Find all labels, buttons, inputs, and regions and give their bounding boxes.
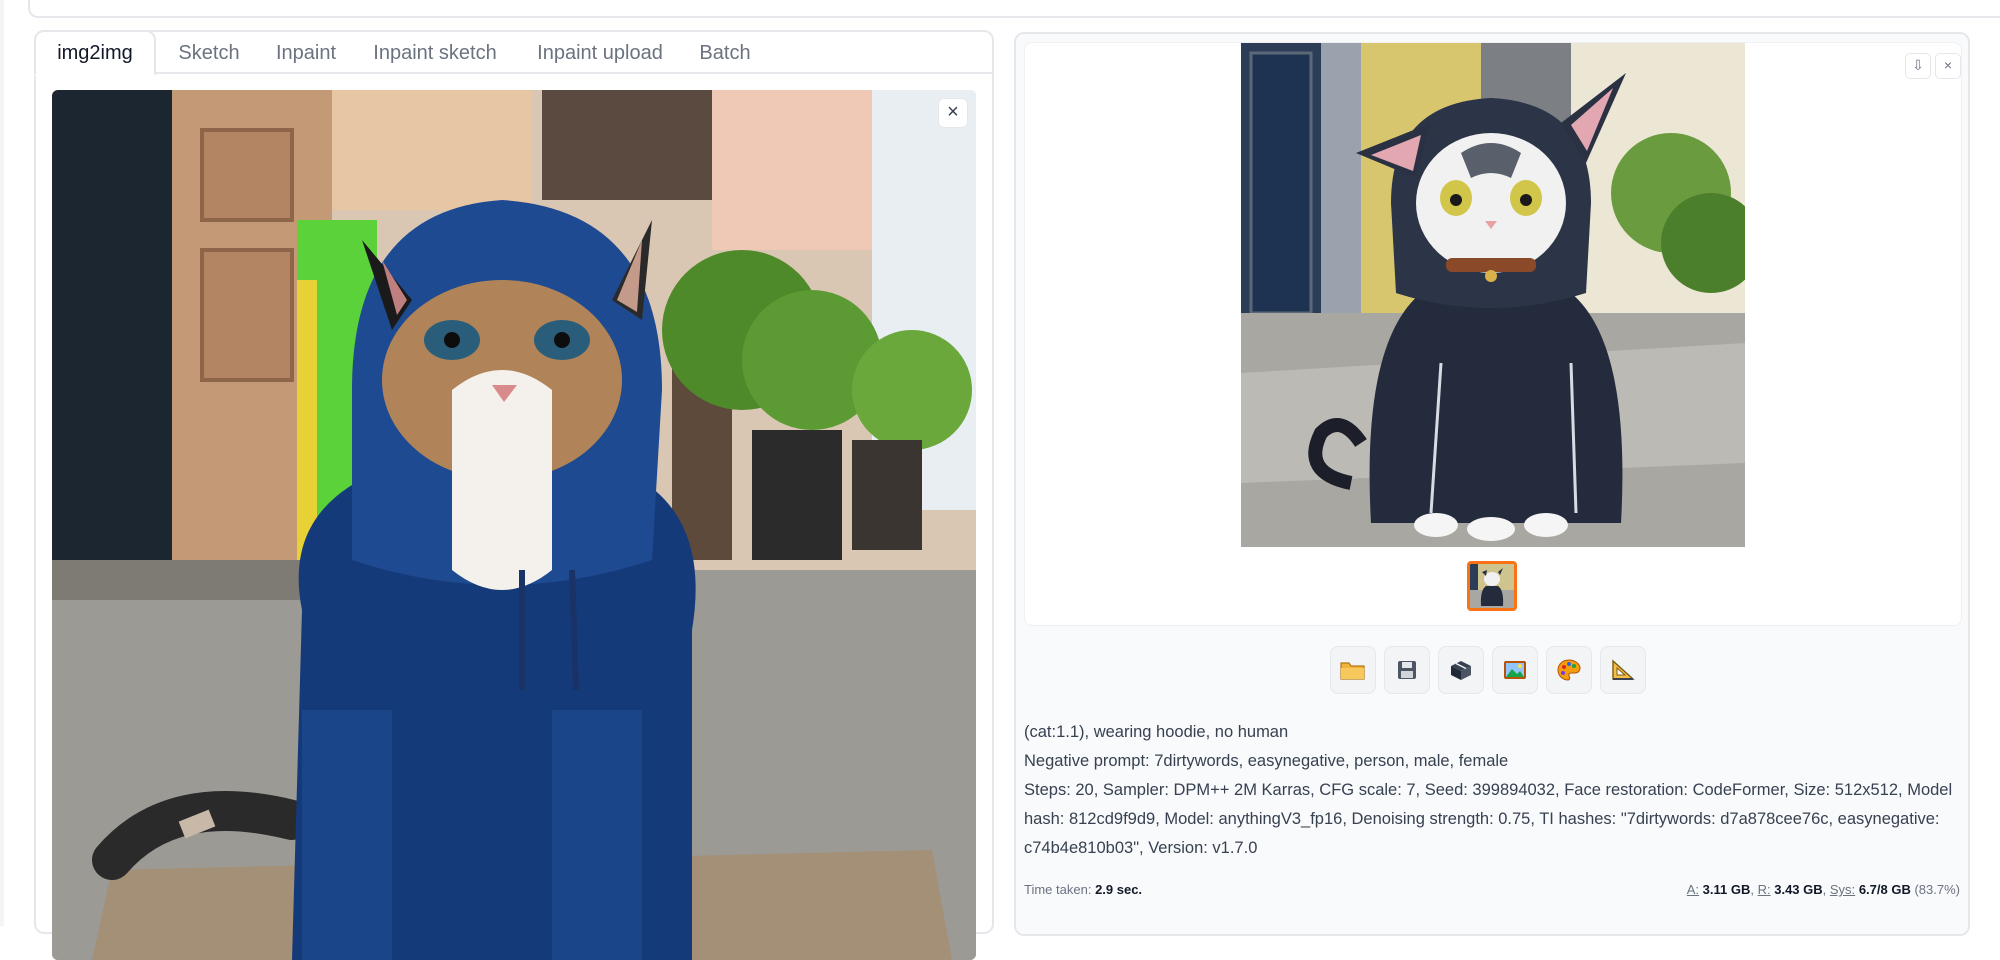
params-line-1: Steps: 20, Sampler: DPM++ 2M Karras, CFG… [1024,781,1953,799]
tab-batch[interactable]: Batch [688,32,762,74]
triangle-ruler-icon [1612,659,1635,680]
palette-icon [1557,659,1581,681]
prompt-text: (cat:1.1), wearing hoodie, no human [1024,723,1289,741]
tab-inpaint[interactable]: Inpaint [262,32,350,74]
folder-icon [1340,662,1365,680]
tab-inpaint-upload[interactable]: Inpaint upload [522,32,678,74]
mem-a-label: A: [1686,882,1700,897]
mode-tabs: img2img Sketch Inpaint Inpaint sketch In… [34,30,992,76]
mem-r-value: 3.43 GB [1774,882,1823,897]
mem-a-value: 3.11 GB [1702,882,1751,897]
time-value: 2.9 sec. [1095,882,1143,897]
package-icon [1451,661,1471,680]
send-to-img2img-button[interactable] [1492,646,1538,694]
send-to-extras-button[interactable] [1600,646,1646,694]
thumbnail-image [1470,564,1514,608]
send-to-inpaint-button[interactable] [1546,646,1592,694]
input-photo-cat-in-hoodie [52,90,976,960]
img2img-panel: img2img Sketch Inpaint Inpaint sketch In… [34,30,994,960]
negative-prompt-text: Negative prompt: 7dirtywords, easynegati… [1024,752,1509,770]
time-taken: Time taken: 2.9 sec. [1024,882,1142,897]
time-label: Time taken: [1024,882,1092,897]
image-icon [1504,661,1526,679]
close-icon: × [947,101,959,123]
zip-button[interactable] [1438,646,1484,694]
tab-inpaint-sketch[interactable]: Inpaint sketch [358,32,512,74]
download-icon: ⇩ [1912,57,1924,73]
tab-img2img[interactable]: img2img [34,30,156,76]
save-button[interactable] [1384,646,1430,694]
open-folder-button[interactable] [1330,646,1376,694]
anime-cat-in-hoodie-image [1241,43,1745,547]
mem-r-label: R: [1757,882,1771,897]
page-edge [0,0,4,926]
input-image-close-button[interactable]: × [938,98,968,128]
save-icon [1398,661,1416,679]
input-image[interactable]: × [52,90,976,960]
top-divider [28,0,2000,18]
params-line-3: c74b4e810b03", Version: v1.7.0 [1024,839,1258,857]
download-button[interactable]: ⇩ [1905,53,1931,79]
output-close-button[interactable]: × [1935,53,1961,79]
params-line-2: hash: 812cd9f9d9, Model: anythingV3_fp16… [1024,810,1940,828]
gallery-thumbnail[interactable] [1467,561,1517,611]
tab-sketch[interactable]: Sketch [164,32,254,74]
output-image[interactable] [1241,43,1745,547]
output-panel: ⇩ × (cat:1.1), wearing hoodie, no human … [1014,32,1970,936]
generation-info: (cat:1.1), wearing hoodie, no human Nega… [1024,718,1960,863]
memory-usage: A: 3.11 GB, R: 3.43 GB, Sys: 6.7/8 GB (8… [1686,882,1960,897]
output-gallery: ⇩ × [1024,42,1962,626]
mem-percent: (83.7%) [1914,882,1960,897]
close-icon: × [1943,57,1953,73]
mem-sys-label: Sys: [1829,882,1856,897]
mem-sys-value: 6.7/8 GB [1858,882,1911,897]
